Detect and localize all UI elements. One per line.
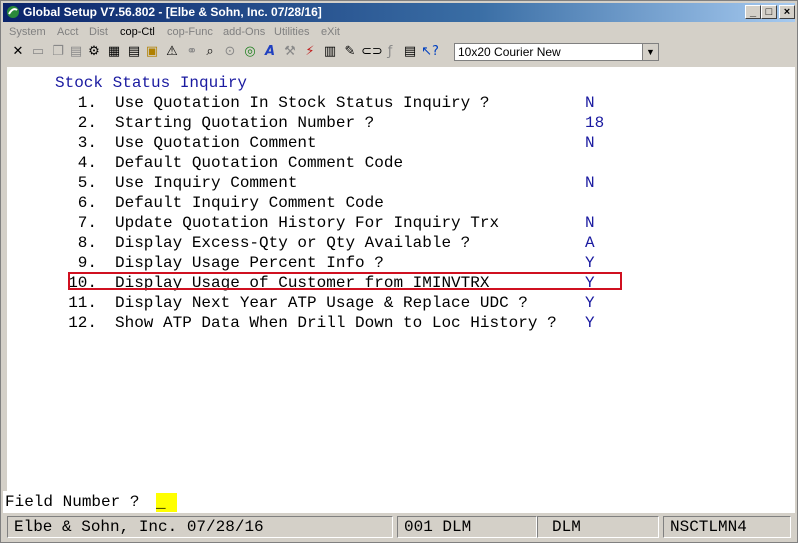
row-value: 18: [585, 114, 605, 132]
setting-row[interactable]: 3. Use Quotation Comment N: [7, 134, 787, 154]
terminal-screen: Stock Status Inquiry 1. Use Quotation In…: [7, 67, 795, 491]
row-value: N: [585, 94, 595, 112]
status-user: 001 DLM: [397, 516, 537, 538]
row-value: N: [585, 174, 595, 192]
row-number: 2.: [77, 114, 97, 132]
row-label: Use Quotation In Stock Status Inquiry ?: [115, 94, 490, 112]
brush-icon[interactable]: ✎: [341, 43, 359, 61]
row-value: Y: [585, 314, 595, 332]
setting-row[interactable]: 5. Use Inquiry Comment N: [7, 174, 787, 194]
menu-utilities[interactable]: Utilities: [274, 26, 309, 38]
row-number: 6.: [77, 194, 97, 212]
setting-row[interactable]: 7. Update Quotation History For Inquiry …: [7, 214, 787, 234]
row-label: Show ATP Data When Drill Down to Loc His…: [115, 314, 557, 332]
font-select-value: 10x20 Courier New: [458, 45, 561, 59]
menu-add-ons[interactable]: add-Ons: [223, 26, 265, 38]
field-number-label: Field Number ?: [5, 493, 140, 511]
minimize-button[interactable]: _: [745, 5, 761, 19]
calc-icon[interactable]: ▥: [321, 43, 339, 61]
paste-icon[interactable]: ▤: [67, 43, 85, 61]
row-value: N: [585, 134, 595, 152]
row-label: Default Quotation Comment Code: [115, 154, 404, 172]
font-icon[interactable]: A: [261, 43, 279, 61]
chevron-down-icon[interactable]: ▼: [642, 44, 658, 60]
grid-icon[interactable]: ▦: [105, 43, 123, 61]
row-label: Use Quotation Comment: [115, 134, 317, 152]
setting-row[interactable]: 1. Use Quotation In Stock Status Inquiry…: [7, 94, 787, 114]
setting-row[interactable]: 11. Display Next Year ATP Usage & Replac…: [7, 294, 787, 314]
row-number: 4.: [77, 154, 97, 172]
menu-cop-func[interactable]: cop-Func: [167, 26, 213, 38]
status-user-secondary: DLM: [537, 516, 659, 538]
row-label: Use Inquiry Comment: [115, 174, 298, 192]
window-title: Global Setup V7.56.802 - [Elbe & Sohn, I…: [23, 5, 322, 19]
binoculars-icon[interactable]: ⚭: [183, 43, 201, 61]
copy-icon[interactable]: ❐: [49, 43, 67, 61]
app-icon: [7, 6, 19, 18]
menu-system[interactable]: System: [9, 26, 46, 38]
toolbar: ✕ ▭ ❐ ▤ ⚙ ▦ ▤ ▣ ⚠ ⚭ ⌕ ⊙ ◎ A ⚒ ⚡ ▥ ✎ ⊂⊃ ƒ…: [3, 41, 795, 65]
row-label: Display Usage Percent Info ?: [115, 254, 384, 272]
setting-row[interactable]: 8. Display Excess-Qty or Qty Available ?…: [7, 234, 787, 254]
note-icon[interactable]: ▤: [125, 43, 143, 61]
setting-row[interactable]: 6. Default Inquiry Comment Code: [7, 194, 787, 214]
status-company: Elbe & Sohn, Inc. 07/28/16: [7, 516, 393, 538]
row-value: Y: [585, 254, 595, 272]
row-number: 12.: [68, 314, 97, 332]
find-icon[interactable]: ⌕: [201, 43, 219, 61]
font-select[interactable]: 10x20 Courier New ▼: [454, 43, 659, 61]
title-bar: Global Setup V7.56.802 - [Elbe & Sohn, I…: [3, 3, 795, 22]
row-number: 8.: [77, 234, 97, 252]
setting-row[interactable]: 9. Display Usage Percent Info ? Y: [7, 254, 787, 274]
new-icon[interactable]: ▭: [29, 43, 47, 61]
row-label: Display Excess-Qty or Qty Available ?: [115, 234, 471, 252]
maximize-button[interactable]: □: [761, 5, 777, 19]
status-bar: Elbe & Sohn, Inc. 07/28/16 001 DLM DLM N…: [3, 515, 795, 541]
highlight-box: [68, 272, 622, 290]
menu-bar: System Acct Dist cop-Ctl cop-Func add-On…: [3, 23, 795, 41]
help-pointer-icon[interactable]: ↖?: [421, 43, 439, 61]
field-number-input[interactable]: [156, 493, 177, 512]
function-icon[interactable]: ƒ: [381, 43, 399, 61]
close-button[interactable]: ×: [779, 5, 795, 19]
row-number: 11.: [68, 294, 97, 312]
menu-exit[interactable]: eXit: [321, 26, 340, 38]
link-icon[interactable]: ⊂⊃: [361, 43, 383, 61]
menu-acct[interactable]: Acct: [57, 26, 78, 38]
row-label: Update Quotation History For Inquiry Trx: [115, 214, 500, 232]
globe-icon[interactable]: ◎: [241, 43, 259, 61]
row-value: N: [585, 214, 595, 232]
alert-icon[interactable]: ⚠: [163, 43, 181, 61]
setting-row[interactable]: 4. Default Quotation Comment Code: [7, 154, 787, 174]
book-icon[interactable]: ▤: [401, 43, 419, 61]
app-window: Global Setup V7.56.802 - [Elbe & Sohn, I…: [0, 0, 798, 543]
row-number: 1.: [77, 94, 97, 112]
lightning-icon[interactable]: ⚡: [301, 43, 319, 61]
prompt-bar: Field Number ?: [3, 491, 795, 513]
row-label: Default Inquiry Comment Code: [115, 194, 384, 212]
row-label: Starting Quotation Number ?: [115, 114, 375, 132]
zoom-icon[interactable]: ⊙: [221, 43, 239, 61]
row-number: 5.: [77, 174, 97, 192]
menu-cop-ctl[interactable]: cop-Ctl: [120, 26, 155, 38]
menu-dist[interactable]: Dist: [89, 26, 108, 38]
row-label: Display Next Year ATP Usage & Replace UD…: [115, 294, 528, 312]
row-number: 3.: [77, 134, 97, 152]
folder-icon[interactable]: ▣: [143, 43, 161, 61]
setting-row[interactable]: 2. Starting Quotation Number ? 18: [7, 114, 787, 134]
row-value: A: [585, 234, 595, 252]
settings-icon[interactable]: ⚙: [85, 43, 103, 61]
setting-row[interactable]: 12. Show ATP Data When Drill Down to Loc…: [7, 314, 787, 334]
tools-icon[interactable]: ⚒: [281, 43, 299, 61]
row-value: Y: [585, 294, 595, 312]
screen-title: Stock Status Inquiry: [55, 74, 248, 92]
row-number: 9.: [77, 254, 97, 272]
close-x-icon[interactable]: ✕: [9, 43, 27, 61]
row-number: 7.: [77, 214, 97, 232]
status-program: NSCTLMN4: [663, 516, 791, 538]
